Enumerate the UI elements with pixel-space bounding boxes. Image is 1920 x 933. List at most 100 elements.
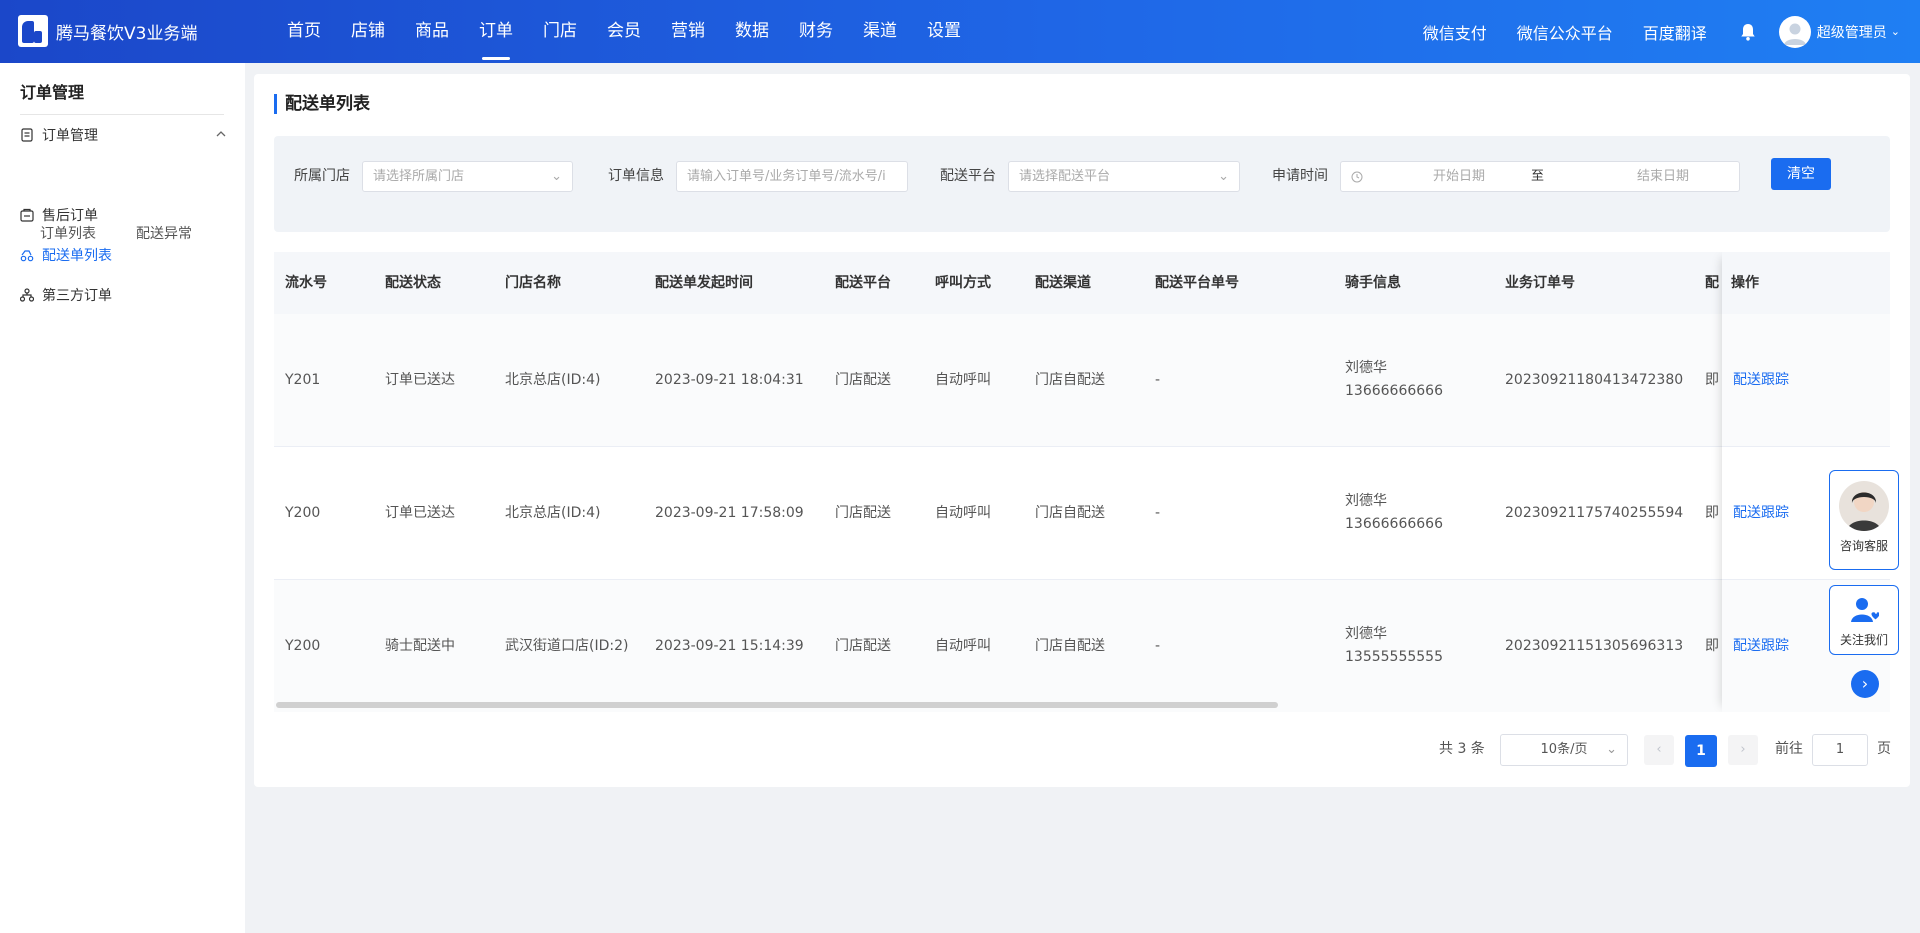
col-partial: 配: [1705, 275, 1719, 291]
track-delivery-link[interactable]: 配送跟踪: [1733, 502, 1789, 525]
cell-order-no: 20230921180413472380: [1505, 372, 1684, 388]
col-order-no: 业务订单号: [1505, 275, 1575, 291]
bell-icon[interactable]: [1737, 21, 1759, 43]
sidebar-item-label: 第三方订单: [42, 288, 112, 304]
table-header: 流水号 配送状态 门店名称 配送单发起时间 配送平台 呼叫方式 配送渠道 配送平…: [274, 252, 1890, 314]
logo[interactable]: 腾马餐饮V3业务端: [18, 15, 197, 47]
nav-settings[interactable]: 设置: [912, 0, 976, 63]
platform-select-placeholder: 请选择配送平台: [1019, 169, 1111, 184]
cell-store: 武汉街道口店(ID:2): [505, 638, 629, 654]
date-range-picker[interactable]: 开始日期 至 结束日期: [1340, 161, 1740, 192]
clear-button[interactable]: 清空: [1771, 158, 1831, 190]
nav-stores[interactable]: 门店: [528, 0, 592, 63]
follow-us-widget[interactable]: 关注我们: [1829, 585, 1899, 655]
chevron-left-icon[interactable]: ‹: [1644, 735, 1674, 765]
cell-serial: Y201: [285, 372, 321, 388]
goto-page-value: 1: [1835, 742, 1845, 757]
sidebar-title: 订单管理: [20, 83, 85, 102]
col-action: 操作: [1731, 275, 1759, 291]
cell-status: 订单已送达: [385, 505, 455, 521]
sidebar-group-label: 订单管理: [42, 128, 98, 144]
cell-platform-no: -: [1155, 372, 1161, 388]
nav-home[interactable]: 首页: [272, 0, 336, 63]
page-size-select[interactable]: 10条/页 ⌄: [1500, 734, 1628, 766]
user-name[interactable]: 超级管理员: [1817, 22, 1887, 42]
track-delivery-link[interactable]: 配送跟踪: [1733, 635, 1789, 658]
col-rider: 骑手信息: [1345, 275, 1401, 291]
order-filter-label: 订单信息: [608, 168, 664, 184]
cell-status: 骑士配送中: [385, 638, 455, 654]
clock-icon: [1351, 162, 1363, 191]
nav-channels[interactable]: 渠道: [848, 0, 912, 63]
range-separator: 至: [1531, 169, 1545, 184]
cell-status: 订单已送达: [385, 372, 455, 388]
cell-partial: 即: [1705, 638, 1719, 654]
avatar-icon[interactable]: [1778, 15, 1811, 48]
sidebar-item-third-party[interactable]: 第三方订单: [20, 282, 228, 308]
col-time: 配送单发起时间: [655, 275, 753, 291]
cell-time: 2023-09-21 15:14:39: [655, 638, 804, 654]
cell-time: 2023-09-21 18:04:31: [655, 372, 804, 388]
page-number-current[interactable]: 1: [1685, 735, 1717, 767]
right-nav: 微信支付 微信公众平台 百度翻译 超级管理员 ⌄: [1423, 0, 1900, 63]
cell-platform: 门店配送: [835, 638, 891, 654]
chevron-right-icon[interactable]: ›: [1728, 735, 1758, 765]
logo-text: 腾马餐饮V3业务端: [56, 23, 198, 44]
order-doc-icon: [20, 128, 34, 142]
cell-rider-phone: 13666666666: [1345, 383, 1443, 399]
platform-filter-label: 配送平台: [940, 168, 996, 184]
chevron-down-icon: ⌄: [551, 169, 562, 184]
consult-label: 咨询客服: [1839, 539, 1888, 553]
wechat-pay-link[interactable]: 微信支付: [1423, 20, 1487, 44]
nav-shop[interactable]: 店铺: [336, 0, 400, 63]
agent-avatar: [1839, 481, 1889, 531]
cell-platform: 门店配送: [835, 505, 891, 521]
baidu-translate-link[interactable]: 百度翻译: [1643, 20, 1707, 44]
end-date-input[interactable]: 结束日期: [1613, 162, 1713, 191]
cell-store: 北京总店(ID:4): [505, 372, 601, 388]
col-store: 门店名称: [505, 275, 561, 291]
col-status: 配送状态: [385, 275, 441, 291]
goto-page-input[interactable]: 1: [1812, 734, 1868, 766]
chevron-right-icon[interactable]: ›: [1851, 670, 1879, 698]
start-date-input[interactable]: 开始日期: [1409, 162, 1509, 191]
store-select-placeholder: 请选择所属门店: [373, 169, 465, 184]
nav-finance[interactable]: 财务: [784, 0, 848, 63]
col-serial: 流水号: [285, 275, 327, 291]
main-card: 配送单列表 所属门店 请选择所属门店 ⌄ 订单信息 请输入订单号/业务订单号/流…: [254, 74, 1910, 787]
delivery-table: 流水号 配送状态 门店名称 配送单发起时间 配送平台 呼叫方式 配送渠道 配送平…: [274, 252, 1890, 712]
sidebar-item-after-sale[interactable]: 售后订单: [20, 202, 228, 228]
nav-marketing[interactable]: 营销: [656, 0, 720, 63]
sidebar-item-delivery-list[interactable]: 配送单列表: [20, 242, 228, 268]
platform-select[interactable]: 请选择配送平台 ⌄: [1008, 161, 1240, 192]
cell-time: 2023-09-21 17:58:09: [655, 505, 804, 521]
after-sale-icon: [20, 208, 34, 222]
pagination-total: 共 3 条: [1439, 741, 1485, 757]
page-size-value: 10条/页: [1540, 742, 1588, 757]
chevron-up-icon[interactable]: [214, 127, 228, 141]
track-delivery-link[interactable]: 配送跟踪: [1733, 369, 1789, 392]
order-search-input[interactable]: 请输入订单号/业务订单号/流水号/i: [676, 161, 908, 192]
store-select[interactable]: 请选择所属门店 ⌄: [362, 161, 573, 192]
cell-channel: 门店自配送: [1035, 505, 1105, 521]
horizontal-scrollbar[interactable]: [276, 702, 1278, 708]
cell-platform-no: -: [1155, 638, 1161, 654]
nav-members[interactable]: 会员: [592, 0, 656, 63]
cell-serial: Y200: [285, 638, 321, 654]
cell-order-no: 20230921151305696313: [1505, 638, 1684, 654]
sidebar-divider: [20, 114, 224, 115]
delivery-icon: [20, 248, 34, 262]
consult-service-widget[interactable]: 咨询客服: [1829, 470, 1899, 570]
follow-user-icon: [1830, 595, 1898, 629]
cell-platform: 门店配送: [835, 372, 891, 388]
chevron-down-icon[interactable]: ⌄: [1891, 25, 1900, 38]
cell-channel: 门店自配送: [1035, 372, 1105, 388]
nav-data[interactable]: 数据: [720, 0, 784, 63]
sidebar-group-orders[interactable]: 订单管理: [20, 122, 228, 148]
cell-store: 北京总店(ID:4): [505, 505, 601, 521]
follow-label: 关注我们: [1839, 633, 1888, 647]
wechat-mp-link[interactable]: 微信公众平台: [1517, 20, 1613, 44]
nav-goods[interactable]: 商品: [400, 0, 464, 63]
filter-bar: 所属门店 请选择所属门店 ⌄ 订单信息 请输入订单号/业务订单号/流水号/i 配…: [274, 136, 1890, 232]
nav-orders[interactable]: 订单: [464, 0, 528, 63]
